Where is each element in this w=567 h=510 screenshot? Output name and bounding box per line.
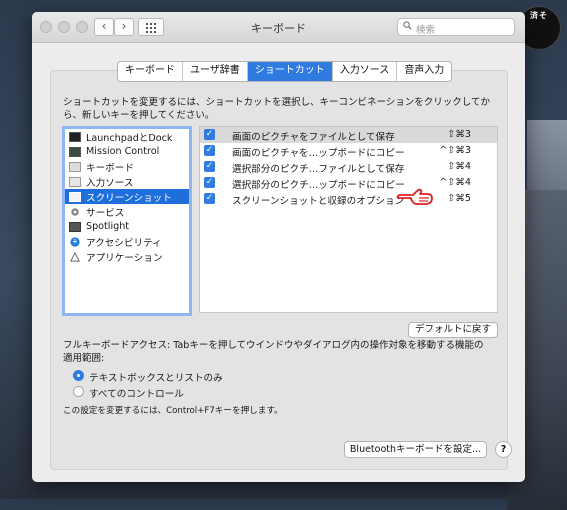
shortcut-keys[interactable]: ⇧⌘5: [447, 193, 471, 204]
category-app-shortcuts[interactable]: アプリケーション: [65, 249, 189, 264]
title-bar: ‹ › キーボード 検索: [32, 12, 525, 43]
setup-bluetooth-keyboard-button[interactable]: Bluetoothキーボードを設定...: [344, 441, 487, 458]
checkbox[interactable]: ✓: [204, 193, 215, 204]
pointing-hand-icon: [397, 188, 433, 205]
keyboard-icon: [69, 161, 81, 172]
spotlight-icon: [69, 221, 81, 232]
search-placeholder: 検索: [416, 25, 436, 36]
checkbox[interactable]: ✓: [204, 145, 215, 156]
app-shortcuts-icon: [70, 251, 80, 262]
category-accessibility[interactable]: アクセシビリティ: [65, 234, 189, 249]
shortcut-row[interactable]: ✓ スクリーンショットと収録のオプション ⇧⌘5: [200, 188, 497, 207]
category-keyboard[interactable]: キーボード: [65, 159, 189, 174]
category-services[interactable]: サービス: [65, 204, 189, 219]
hint-text: この設定を変更するには、Control+F7キーを押します。: [63, 406, 283, 416]
category-mission-control[interactable]: Mission Control: [65, 144, 189, 159]
shortcut-keys[interactable]: ^⇧⌘3: [439, 145, 471, 156]
category-launchpad-dock[interactable]: LaunchpadとDock: [65, 129, 189, 144]
shortcut-keys[interactable]: ⇧⌘3: [447, 129, 471, 140]
category-list: LaunchpadとDock Mission Control キーボード 入力ソ…: [62, 126, 192, 316]
radio-all-controls[interactable]: すべてのコントロール: [73, 385, 273, 400]
tab-input-sources[interactable]: 入力ソース: [333, 62, 398, 81]
restore-defaults-button[interactable]: デフォルトに戻す: [408, 322, 498, 338]
shortcut-list: ✓ 画面のピクチャをファイルとして保存 ⇧⌘3 ✓ 画面のピクチャを…ップボード…: [199, 126, 498, 313]
launchpad-dock-icon: [69, 131, 81, 142]
checkbox[interactable]: ✓: [204, 129, 215, 140]
tab-dictation[interactable]: 音声入力: [397, 62, 451, 81]
gear-icon: [71, 207, 79, 216]
category-spotlight[interactable]: Spotlight: [65, 219, 189, 234]
tab-user-dictionary[interactable]: ユーザ辞書: [183, 62, 248, 81]
radio-text-boxes-lists[interactable]: テキストボックスとリストのみ: [73, 369, 273, 384]
tab-keyboard[interactable]: キーボード: [118, 62, 183, 81]
screenshot-icon: [69, 191, 81, 202]
accessibility-icon: [70, 236, 80, 247]
tab-bar: キーボード ユーザ辞書 ショートカット 入力ソース 音声入力: [117, 61, 453, 82]
search-icon: [403, 21, 412, 30]
shortcut-row[interactable]: ✓ 選択部分のピクチ…ファイルとして保存 ⇧⌘4: [200, 159, 497, 175]
input-source-icon: [69, 176, 81, 187]
tab-shortcuts[interactable]: ショートカット: [247, 62, 333, 81]
keyboard-preferences-window: ‹ › キーボード 検索 キーボード ユーザ辞書 ショートカット 入力ソース 音…: [32, 12, 525, 482]
shortcuts-panel: ショートカットを変更するには、ショートカットを選択し、キーコンビネーションをクリ…: [50, 70, 508, 470]
shortcut-row[interactable]: ✓ 画面のピクチャをファイルとして保存 ⇧⌘3: [200, 127, 497, 143]
checkbox[interactable]: ✓: [204, 177, 215, 188]
category-screenshots[interactable]: スクリーンショット: [65, 189, 189, 204]
shortcut-keys[interactable]: ⇧⌘4: [447, 161, 471, 172]
shortcut-row[interactable]: ✓ 選択部分のピクチ…ップボードにコピー ^⇧⌘4: [200, 175, 497, 191]
checkbox[interactable]: ✓: [204, 161, 215, 172]
search-field[interactable]: 検索: [397, 18, 515, 36]
mission-control-icon: [69, 146, 81, 157]
full-keyboard-access-label: フルキーボードアクセス: Tabキーを押してウインドウやダイアログ内の操作対象を…: [63, 340, 484, 364]
help-button[interactable]: ?: [495, 441, 512, 458]
category-input-sources[interactable]: 入力ソース: [65, 174, 189, 189]
shortcut-row[interactable]: ✓ 画面のピクチャを…ップボードにコピー ^⇧⌘3: [200, 143, 497, 159]
instruction-text: ショートカットを変更するには、ショートカットを選択し、キーコンビネーションをクリ…: [63, 97, 491, 121]
shortcut-keys[interactable]: ^⇧⌘4: [439, 177, 471, 188]
